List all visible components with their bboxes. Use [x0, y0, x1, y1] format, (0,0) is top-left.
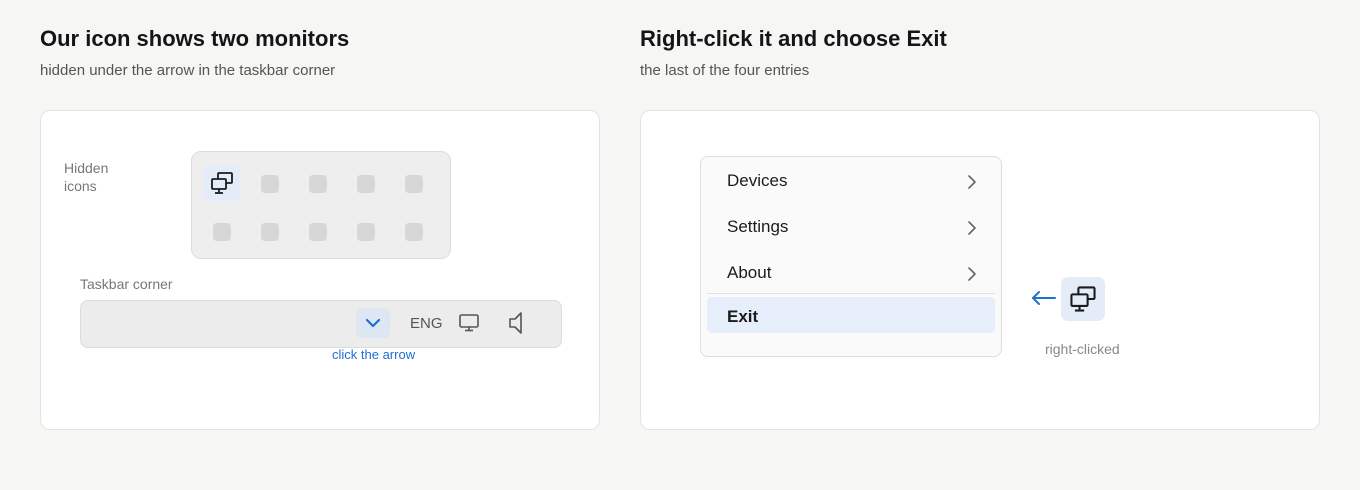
context-menu-illustration-card: Devices Settings About Exit right-clicke…	[640, 110, 1320, 430]
monitor-tray-button[interactable]	[458, 312, 480, 339]
two-monitors-icon	[211, 172, 233, 194]
app-tray-icon[interactable]	[204, 165, 240, 201]
show-hidden-icons-button[interactable]	[356, 308, 390, 338]
menu-item-settings[interactable]: Settings	[707, 207, 995, 243]
right-clicked-caption: right-clicked	[1045, 341, 1120, 357]
chevron-right-icon	[968, 221, 976, 235]
hidden-icons-panel	[191, 151, 451, 259]
volume-tray-button[interactable]	[507, 310, 527, 341]
chevron-down-icon	[365, 318, 381, 328]
chevron-right-icon	[968, 175, 976, 189]
hidden-icon-slot[interactable]	[261, 223, 279, 241]
hidden-icon-slot[interactable]	[357, 223, 375, 241]
click-arrow-hint: click the arrow	[332, 347, 416, 362]
menu-item-about[interactable]: About	[707, 253, 995, 289]
left-subheading: hidden under the arrow in the taskbar co…	[40, 62, 336, 79]
menu-item-devices[interactable]: Devices	[707, 161, 995, 197]
right-clicked-app-icon[interactable]	[1061, 277, 1105, 321]
hidden-icons-label: Hidden icons	[64, 159, 134, 195]
hidden-icon-slot[interactable]	[213, 223, 231, 241]
hidden-icon-slot[interactable]	[405, 223, 423, 241]
speaker-icon	[509, 312, 522, 334]
right-heading: Right-click it and choose Exit	[640, 26, 947, 51]
menu-item-label: About	[727, 263, 772, 282]
arrow-left-icon	[1032, 291, 1056, 305]
left-heading: Our icon shows two monitors	[40, 26, 350, 51]
hidden-icon-slot[interactable]	[309, 175, 327, 193]
menu-item-label: Devices	[727, 171, 788, 190]
two-monitors-icon	[1070, 286, 1096, 312]
hidden-icon-slot[interactable]	[261, 175, 279, 193]
menu-divider	[707, 293, 995, 294]
hidden-icons-label-text: Hidden icons	[64, 160, 109, 194]
hidden-icon-slot[interactable]	[405, 175, 423, 193]
language-indicator[interactable]: ENG	[410, 315, 443, 332]
chevron-right-icon	[968, 267, 976, 281]
right-subheading: the last of the four entries	[640, 62, 810, 79]
taskbar-illustration-card: Hidden icons Taskbar corner ENG click th…	[40, 110, 600, 430]
hidden-icon-slot[interactable]	[309, 223, 327, 241]
hidden-icon-slot[interactable]	[357, 175, 375, 193]
menu-item-exit[interactable]: Exit	[707, 297, 995, 333]
monitor-icon	[459, 314, 479, 332]
menu-item-label: Settings	[727, 217, 789, 236]
menu-item-label: Exit	[727, 307, 759, 326]
taskbar-corner: ENG	[80, 300, 562, 348]
taskbar-corner-label: Taskbar corner	[80, 276, 173, 292]
context-menu: Devices Settings About Exit	[700, 156, 1002, 357]
